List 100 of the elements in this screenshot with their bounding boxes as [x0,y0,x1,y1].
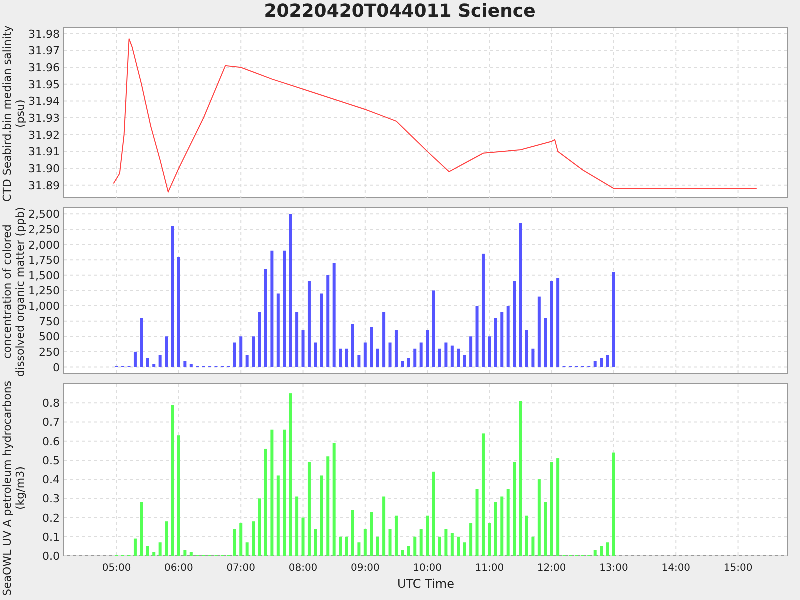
axis-tick-label: 0.3 [42,492,60,506]
axis-tick-label: 0.0 [42,550,60,563]
axis-tick-label: 1,250 [28,284,60,298]
axis-tick-label: 750 [39,315,60,328]
axis-tick-label: 0.2 [42,512,60,525]
data-bar [450,346,454,368]
data-bar [606,542,610,556]
data-bar [246,542,249,556]
data-bar [158,542,162,556]
data-bar [134,538,137,556]
data-bar [345,536,348,556]
axis-tick-label: 1,750 [28,254,60,268]
data-bar [370,512,374,556]
axis-tick-label: 0.6 [42,435,60,448]
axis-tick-label: 31.93 [28,112,60,126]
data-bar [488,336,492,368]
data-bar [532,348,535,368]
data-bar [364,342,367,368]
axis-title: UTC Time [398,577,454,591]
axis-tick-label: 06:00 [164,563,194,574]
data-bar [140,318,144,368]
data-bar [594,550,597,556]
data-bar [190,552,193,556]
data-bar [426,330,430,368]
data-bar [146,358,150,368]
data-bar [296,312,299,368]
axis-tick-label: 1,000 [28,300,60,313]
data-bar [444,342,448,368]
axis-tick-label: 2,000 [28,238,60,252]
data-bar [500,312,504,368]
axis-tick-label: 0 [53,361,60,374]
axis-title: SeaOWL UV A petroleum hydrocarbons (kg/m3) [1,380,27,596]
data-bar [376,348,380,368]
data-bar [525,330,528,368]
axis-tick-label: 09:00 [351,563,380,574]
data-bar [544,318,548,368]
data-bar [506,306,510,368]
data-bar [457,348,460,368]
data-bar [463,542,466,556]
axis-tick-label: 31.92 [28,128,60,142]
data-bar [152,364,156,368]
data-bar [450,533,454,556]
axis-tick-label: 31.89 [28,179,60,192]
axis-tick-label: 31.97 [28,44,60,58]
data-bar [370,327,374,368]
data-bar [364,529,367,556]
data-bar [414,348,417,368]
data-bar [246,355,249,368]
data-bar [314,342,318,368]
axis-tick-label: 0.4 [42,474,60,487]
axis-tick-label: 15:00 [724,563,753,574]
data-bar [414,536,417,556]
data-bar [401,550,404,556]
data-bar [184,361,187,368]
data-bar [470,336,473,368]
data-bar [376,536,380,556]
data-bar [302,518,305,556]
data-bar [152,552,156,556]
axis-tick-label: 10:00 [413,563,442,574]
data-bar [388,529,392,556]
data-bar [506,489,510,556]
data-bar [470,524,473,556]
axis-tick-label: 12:00 [537,563,566,574]
data-bar [339,536,342,556]
data-bar [457,536,460,556]
axis-tick-label: 0.8 [42,397,60,410]
data-bar [394,516,398,556]
data-bar [339,348,342,368]
data-bar [296,496,299,556]
chart-title: 20220420T044011 Science [263,0,537,24]
data-bar [476,306,479,368]
data-bar [240,524,243,556]
data-bar [500,496,504,556]
axis-tick-label: 14:00 [662,563,691,574]
axis-tick-label: 2,250 [28,223,60,236]
data-bar [345,348,348,368]
data-bar [190,364,193,368]
data-bar [134,352,137,368]
data-bar [146,546,150,556]
axis-tick-label: 250 [39,346,60,359]
data-bar [494,318,498,368]
data-bar [420,529,423,556]
data-bar [538,296,541,368]
data-bar [525,516,528,556]
axis-tick-label: 1,500 [28,269,60,282]
data-bar [184,550,187,556]
data-bar [438,536,442,556]
data-bar [351,324,354,368]
data-bar [314,529,318,556]
data-bar [407,546,410,556]
data-bar [426,516,430,556]
axis-tick-label: 31.96 [28,62,60,75]
data-bar [358,355,361,368]
axis-tick-label: 0.1 [42,530,60,544]
data-bar [600,358,604,368]
data-bar [600,546,604,556]
data-bar [388,342,392,368]
data-bar [532,536,535,556]
axis-tick-label: 07:00 [226,563,256,574]
data-bar [394,330,398,368]
